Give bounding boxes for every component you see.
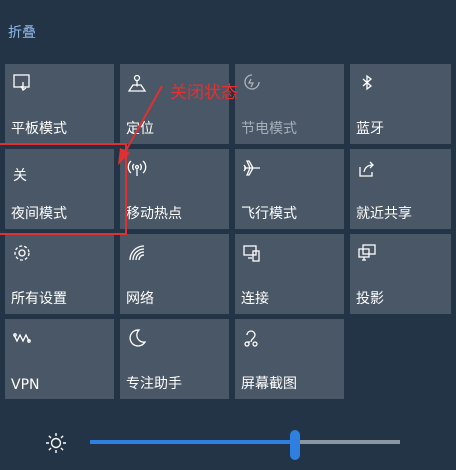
battery-saver-icon	[241, 72, 265, 96]
tile-battery-saver[interactable]: 节电模式	[235, 64, 344, 144]
tile-label: 移动热点	[126, 206, 182, 222]
tile-location[interactable]: 定位	[120, 64, 229, 144]
tile-night-light[interactable]: 关 夜间模式	[5, 149, 114, 229]
airplane-icon	[241, 157, 265, 181]
tile-label: 夜间模式	[11, 206, 67, 222]
tile-label: 屏幕截图	[241, 376, 297, 392]
collapse-link[interactable]: 折叠	[8, 22, 36, 42]
screen-snip-icon	[241, 327, 265, 351]
vpn-icon	[11, 327, 35, 351]
tile-label: 投影	[356, 291, 384, 307]
tile-connect[interactable]: 连接	[235, 234, 344, 314]
tile-mobile-hotspot[interactable]: 移动热点	[120, 149, 229, 229]
location-icon	[126, 72, 150, 96]
tile-label: 节电模式	[241, 121, 297, 137]
brightness-slider-thumb[interactable]	[290, 430, 300, 460]
mobile-hotspot-icon	[126, 157, 150, 181]
tablet-mode-icon	[11, 72, 35, 96]
tile-label: 蓝牙	[356, 121, 384, 137]
tile-tablet-mode[interactable]: 平板模式	[5, 64, 114, 144]
tile-label: 专注助手	[126, 376, 182, 392]
moon-icon	[126, 327, 150, 351]
connect-icon	[241, 242, 265, 266]
tile-bluetooth[interactable]: 蓝牙	[350, 64, 451, 144]
tile-state-text: 关	[13, 168, 27, 184]
annotation-text: 关闭状态	[170, 83, 238, 103]
tile-project[interactable]: 投影	[350, 234, 451, 314]
tile-label: 就近共享	[356, 206, 412, 222]
nearby-share-icon	[356, 157, 380, 181]
tile-label: 所有设置	[11, 291, 67, 307]
tile-all-settings[interactable]: 所有设置	[5, 234, 114, 314]
tile-label: VPN	[11, 377, 40, 393]
brightness-slider-track[interactable]	[90, 440, 400, 444]
tile-focus-assist[interactable]: 专注助手	[120, 319, 229, 399]
tile-label: 平板模式	[11, 121, 67, 137]
project-icon	[356, 242, 380, 266]
tile-network[interactable]: 网络	[120, 234, 229, 314]
tile-screen-snip[interactable]: 屏幕截图	[235, 319, 344, 399]
bluetooth-icon	[356, 72, 380, 96]
tile-nearby-share[interactable]: 就近共享	[350, 149, 451, 229]
gear-icon	[11, 242, 35, 266]
tile-label: 连接	[241, 291, 269, 307]
tile-vpn[interactable]: VPN	[5, 319, 114, 399]
brightness-icon	[44, 431, 68, 455]
tile-airplane-mode[interactable]: 飞行模式	[235, 149, 344, 229]
tile-label: 定位	[126, 121, 154, 137]
tile-label: 网络	[126, 291, 154, 307]
network-icon	[126, 242, 150, 266]
brightness-slider-fill	[90, 440, 295, 444]
tile-label: 飞行模式	[241, 206, 297, 222]
